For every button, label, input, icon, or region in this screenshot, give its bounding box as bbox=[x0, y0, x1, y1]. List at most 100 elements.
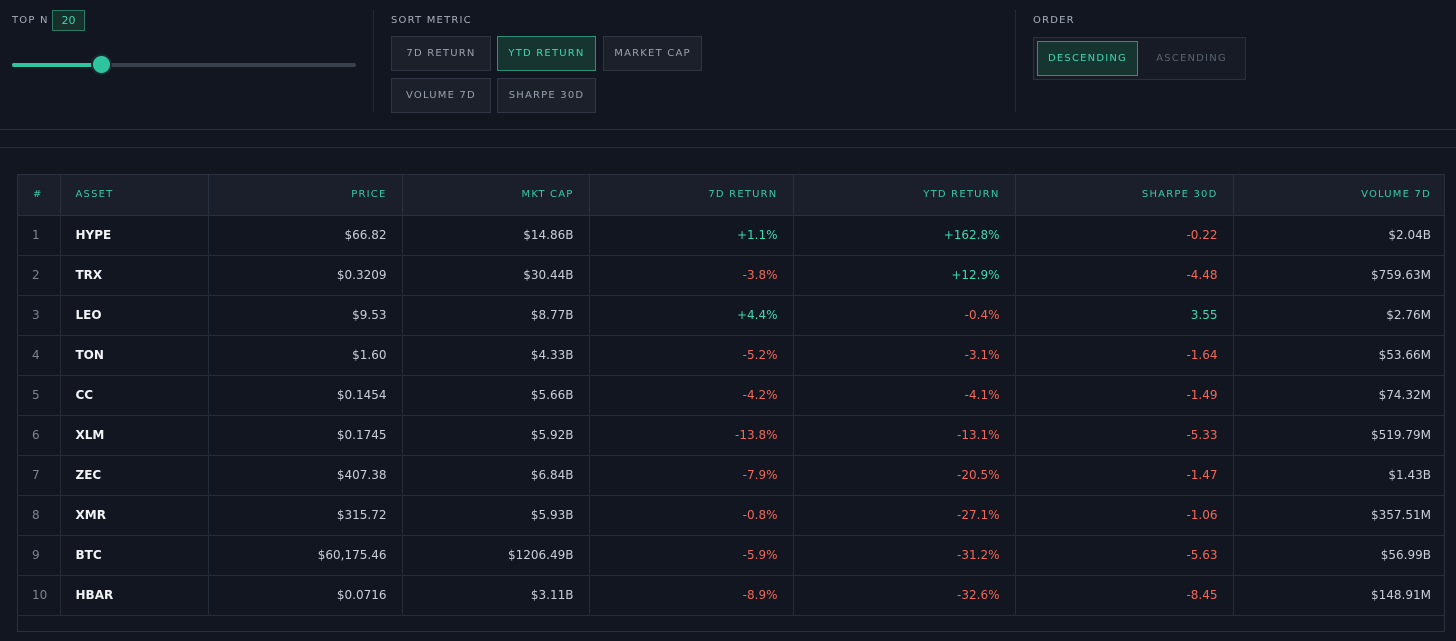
divider bbox=[1015, 10, 1016, 112]
cell-mkt-cap: $1206.49B bbox=[402, 535, 590, 576]
cell-ytd-return: -31.2% bbox=[793, 535, 1016, 576]
sort-7d-return-button[interactable]: 7D RETURN bbox=[391, 36, 491, 71]
cell-volume-7d: $56.99B bbox=[1233, 535, 1444, 576]
sort-volume-7d-button[interactable]: VOLUME 7D bbox=[391, 78, 491, 113]
cell-price: $315.72 bbox=[208, 495, 403, 536]
table-row[interactable]: 2 TRX $0.3209 $30.44B -3.8% +12.9% -4.48 $759.6… bbox=[18, 255, 1444, 296]
header-ytd-return[interactable]: YTD RETURN bbox=[793, 175, 1016, 216]
top-n-slider[interactable] bbox=[12, 63, 356, 67]
cell-ytd-return: +162.8% bbox=[793, 215, 1016, 256]
cell-volume-7d: $2.04B bbox=[1233, 215, 1444, 256]
cell-sharpe-30d: -1.64 bbox=[1015, 335, 1234, 376]
cell-rank: 8 bbox=[18, 495, 61, 536]
cell-sharpe-30d: 3.55 bbox=[1015, 295, 1234, 336]
cell-ytd-return: -3.1% bbox=[793, 335, 1016, 376]
order-descending-button[interactable]: DESCENDING bbox=[1037, 41, 1138, 76]
cell-volume-7d: $2.76M bbox=[1233, 295, 1444, 336]
cell-asset: BTC bbox=[60, 535, 209, 576]
section-divider bbox=[0, 147, 1456, 148]
top-n-slider-thumb[interactable] bbox=[92, 56, 110, 73]
cell-rank: 10 bbox=[18, 575, 61, 616]
cell-asset: TRX bbox=[60, 255, 209, 296]
header-rank[interactable]: # bbox=[18, 175, 61, 216]
cell-mkt-cap: $14.86B bbox=[402, 215, 590, 256]
cell-ytd-return: +12.9% bbox=[793, 255, 1016, 296]
cell-rank: 9 bbox=[18, 535, 61, 576]
cell-volume-7d: $519.79M bbox=[1233, 415, 1444, 456]
cell-rank: 2 bbox=[18, 255, 61, 296]
cell-asset: HBAR bbox=[60, 575, 209, 616]
cell-rank: 7 bbox=[18, 455, 61, 496]
cell-rank: 3 bbox=[18, 295, 61, 336]
cell-sharpe-30d: -0.22 bbox=[1015, 215, 1234, 256]
cell-volume-7d: $1.43B bbox=[1233, 455, 1444, 496]
cell-7d-return: +4.4% bbox=[589, 295, 794, 336]
cell-ytd-return: -4.1% bbox=[793, 375, 1016, 416]
cell-asset: ZEC bbox=[60, 455, 209, 496]
cell-ytd-return: -27.1% bbox=[793, 495, 1016, 536]
cell-sharpe-30d: -5.63 bbox=[1015, 535, 1234, 576]
cell-price: $0.0716 bbox=[208, 575, 403, 616]
controls-panel: TOP N 20 SORT METRIC 7D RETURN YTD RETUR… bbox=[0, 0, 1456, 130]
header-mkt-cap[interactable]: MKT CAP bbox=[402, 175, 590, 216]
table-row[interactable]: 9 BTC $60,175.46 $1206.49B -5.9% -31.2% -5.63 $… bbox=[18, 535, 1444, 576]
header-sharpe-30d[interactable]: SHARPE 30D bbox=[1015, 175, 1234, 216]
divider bbox=[373, 10, 374, 112]
sort-market-cap-button[interactable]: MARKET CAP bbox=[603, 36, 702, 71]
cell-7d-return: -7.9% bbox=[589, 455, 794, 496]
cell-price: $60,175.46 bbox=[208, 535, 403, 576]
table-row[interactable]: 5 CC $0.1454 $5.66B -4.2% -4.1% -1.49 $74.32M bbox=[18, 375, 1444, 416]
cell-asset: XLM bbox=[60, 415, 209, 456]
table-row[interactable]: 10 HBAR $0.0716 $3.11B -8.9% -32.6% -8.45 $148.… bbox=[18, 575, 1444, 616]
cell-rank: 4 bbox=[18, 335, 61, 376]
cell-mkt-cap: $5.66B bbox=[402, 375, 590, 416]
header-volume-7d[interactable]: VOLUME 7D bbox=[1233, 175, 1444, 216]
top-n-value[interactable]: 20 bbox=[52, 10, 85, 31]
cell-7d-return: -0.8% bbox=[589, 495, 794, 536]
cell-7d-return: -5.9% bbox=[589, 535, 794, 576]
header-asset[interactable]: ASSET bbox=[60, 175, 209, 216]
header-price[interactable]: PRICE bbox=[208, 175, 403, 216]
table-row[interactable]: 6 XLM $0.1745 $5.92B -13.8% -13.1% -5.33 $519.7… bbox=[18, 415, 1444, 456]
cell-7d-return: +1.1% bbox=[589, 215, 794, 256]
cell-price: $0.1745 bbox=[208, 415, 403, 456]
table-row[interactable]: 1 HYPE $66.82 $14.86B +1.1% +162.8% -0.22 $2.04… bbox=[18, 215, 1444, 256]
top-n-label: TOP N bbox=[12, 15, 49, 26]
cell-asset: LEO bbox=[60, 295, 209, 336]
cell-sharpe-30d: -1.47 bbox=[1015, 455, 1234, 496]
header-7d-return[interactable]: 7D RETURN bbox=[589, 175, 794, 216]
table-row[interactable]: 3 LEO $9.53 $8.77B +4.4% -0.4% 3.55 $2.76M bbox=[18, 295, 1444, 336]
cell-price: $407.38 bbox=[208, 455, 403, 496]
cell-volume-7d: $74.32M bbox=[1233, 375, 1444, 416]
order-ascending-button[interactable]: ASCENDING bbox=[1140, 41, 1243, 76]
order-label: ORDER bbox=[1033, 15, 1075, 26]
cell-ytd-return: -0.4% bbox=[793, 295, 1016, 336]
sort-sharpe-30d-button[interactable]: SHARPE 30D bbox=[497, 78, 596, 113]
cell-sharpe-30d: -1.49 bbox=[1015, 375, 1234, 416]
cell-asset: TON bbox=[60, 335, 209, 376]
cell-volume-7d: $759.63M bbox=[1233, 255, 1444, 296]
cell-7d-return: -4.2% bbox=[589, 375, 794, 416]
cell-volume-7d: $148.91M bbox=[1233, 575, 1444, 616]
cell-price: $9.53 bbox=[208, 295, 403, 336]
cell-mkt-cap: $6.84B bbox=[402, 455, 590, 496]
top-n-control: TOP N 20 bbox=[12, 10, 358, 110]
cell-7d-return: -8.9% bbox=[589, 575, 794, 616]
cell-mkt-cap: $8.77B bbox=[402, 295, 590, 336]
cell-price: $0.1454 bbox=[208, 375, 403, 416]
cell-price: $0.3209 bbox=[208, 255, 403, 296]
cell-sharpe-30d: -4.48 bbox=[1015, 255, 1234, 296]
cell-sharpe-30d: -8.45 bbox=[1015, 575, 1234, 616]
table-row[interactable]: 8 XMR $315.72 $5.93B -0.8% -27.1% -1.06 $357.51… bbox=[18, 495, 1444, 536]
sort-ytd-return-button[interactable]: YTD RETURN bbox=[497, 36, 596, 71]
top-n-slider-fill bbox=[12, 63, 102, 67]
cell-price: $1.60 bbox=[208, 335, 403, 376]
table-row[interactable]: 7 ZEC $407.38 $6.84B -7.9% -20.5% -1.47 $1.43B bbox=[18, 455, 1444, 496]
cell-mkt-cap: $5.93B bbox=[402, 495, 590, 536]
table-row[interactable]: 4 TON $1.60 $4.33B -5.2% -3.1% -1.64 $53.66M bbox=[18, 335, 1444, 376]
cell-asset: CC bbox=[60, 375, 209, 416]
sort-metric-label: SORT METRIC bbox=[391, 15, 472, 26]
ranking-table: # ASSET PRICE MKT CAP 7D RETURN YTD RETU… bbox=[17, 174, 1445, 632]
cell-sharpe-30d: -5.33 bbox=[1015, 415, 1234, 456]
cell-mkt-cap: $3.11B bbox=[402, 575, 590, 616]
